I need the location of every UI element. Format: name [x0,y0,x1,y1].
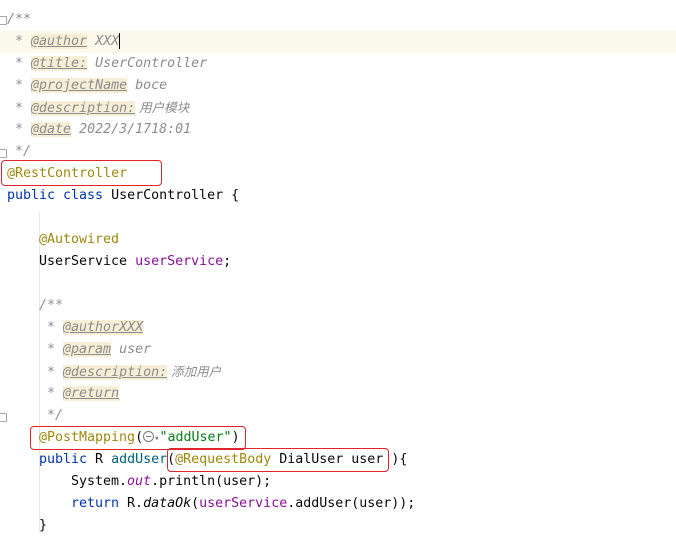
code-line[interactable]: * @param user [0,339,676,361]
javadoc-prefix: * [39,386,64,401]
javadoc-prefix: * [39,342,64,357]
javadoc-param-value: user [111,342,152,357]
class-declaration: UserController { [103,188,240,203]
return-type: R [87,452,112,467]
static-method: dataOk [143,496,192,511]
code-line[interactable]: * @return [0,383,676,405]
field-name: userService [135,254,224,269]
code-line[interactable]: */ [0,405,676,427]
return-class: R. [119,496,144,511]
javadoc-description-tag: @description: [31,101,136,116]
code-line[interactable]: System.out.println(user); [0,471,676,493]
javadoc-description-tag: @description: [63,365,168,380]
method-close-brace: } [39,518,48,533]
highlight-box-request-body [167,448,389,472]
javadoc-prefix: * [7,56,32,71]
javadoc-date-tag: @date [31,122,72,137]
javadoc-close: */ [39,408,64,423]
code-line[interactable]: * @date 2022/3/1718:01 [0,119,676,141]
code-line[interactable]: /** [0,295,676,317]
code-line-current[interactable]: * @author XXX [0,31,676,53]
javadoc-prefix: * [39,320,64,335]
code-editor[interactable]: /** * @author XXX * @title: UserControll… [0,0,676,553]
javadoc-prefix: * [7,122,32,137]
javadoc-title-value: UserController [87,56,208,71]
code-line[interactable]: } [0,515,676,537]
code-line[interactable]: * @title: UserController [0,53,676,75]
static-field-out: out [127,474,152,489]
code-line[interactable]: * @description: 添加用户 [0,361,676,383]
method-name: addUser [111,452,168,467]
javadoc-date-value: 2022/3/1718:01 [71,122,192,137]
code-line[interactable]: * @description: 用户模块 [0,97,676,119]
code-line[interactable]: * @authorXXX [0,317,676,339]
javadoc-param-tag: @param [63,342,112,357]
autowired-annotation: @Autowired [39,232,120,247]
add-user-call: .addUser(user)); [287,496,416,511]
public-keyword: public [39,452,88,467]
return-keyword: return [71,496,120,511]
system-class: System. [71,474,128,489]
code-line[interactable]: UserService userService; [0,251,676,273]
javadoc-open: /** [7,12,32,27]
javadoc-description-value: 添加用户 [167,364,222,379]
println-call: .println(user); [151,474,272,489]
javadoc-author-value: XXX [87,34,120,49]
javadoc-open: /** [39,298,64,313]
class-keywords: public class [7,188,104,203]
field-type: UserService [39,254,136,269]
javadoc-prefix: * [7,34,32,49]
field-reference: userService [199,496,288,511]
javadoc-title-tag: @title: [31,56,88,71]
text-caret [119,33,121,49]
javadoc-project-value: boce [127,78,168,93]
method-open-brace: ){ [391,452,408,467]
code-line[interactable]: @Autowired [0,229,676,251]
javadoc-close: */ [7,144,32,159]
open-paren: ( [191,496,200,511]
javadoc-project-tag: @projectName [31,78,128,93]
code-line[interactable]: public class UserController { [0,185,676,207]
semicolon: ; [223,254,232,269]
javadoc-prefix: * [7,78,32,93]
javadoc-return-tag: @return [63,386,120,401]
javadoc-author-tag: @authorXXX [63,320,144,335]
highlight-box-post-mapping [30,426,246,450]
javadoc-prefix: * [7,101,32,116]
code-line[interactable]: /** [0,9,676,31]
highlight-box-rest-controller [1,160,162,186]
javadoc-author-tag: @author [31,34,88,49]
javadoc-description-value: 用户模块 [135,100,190,115]
javadoc-prefix: * [39,365,64,380]
code-line[interactable]: return R.dataOk(userService.addUser(user… [0,493,676,515]
code-line[interactable]: * @projectName boce [0,75,676,97]
